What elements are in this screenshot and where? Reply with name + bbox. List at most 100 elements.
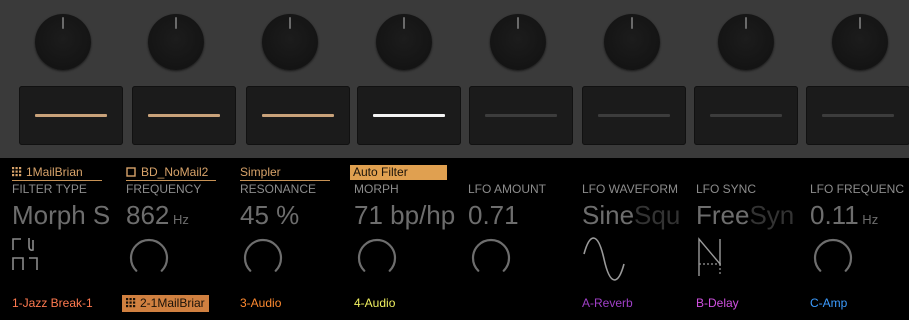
device-tab-1[interactable]: 1MailBrian xyxy=(12,165,83,180)
button-led xyxy=(262,114,334,117)
screen-column-1: 1MailBrian FILTER TYPE Morph S 1-Jazz Break… xyxy=(0,158,114,320)
parameter-value-text: 45 % xyxy=(240,200,300,230)
knob-indicator xyxy=(403,17,405,29)
knob-indicator xyxy=(62,17,64,29)
display-button-7[interactable] xyxy=(694,86,798,145)
device-tab-3[interactable]: Simpler xyxy=(240,165,281,180)
device-tab-label: BD_NoMail2 xyxy=(141,165,209,179)
parameter-value[interactable]: SineSqu xyxy=(582,199,686,231)
track-button-7[interactable]: B-Delay xyxy=(692,295,743,312)
parameter-value[interactable]: 71 bp/hp xyxy=(354,199,458,231)
screen-column-5: LFO AMOUNT 0.71 xyxy=(456,158,570,320)
grid-icon xyxy=(12,167,22,177)
track-button-4[interactable]: 4-Audio xyxy=(350,295,399,312)
knob-indicator xyxy=(289,17,291,29)
button-led xyxy=(598,114,670,117)
track-button-2[interactable]: 2-1MailBriar xyxy=(122,295,209,312)
encoder-knob-4[interactable] xyxy=(376,14,432,70)
display-button-4[interactable] xyxy=(357,86,461,145)
device-tab-4[interactable]: Auto Filter xyxy=(350,165,447,180)
button-led xyxy=(710,114,782,117)
button-led xyxy=(35,114,107,117)
parameter-name: RESONANCE xyxy=(240,182,317,196)
track-label: 3-Audio xyxy=(240,296,282,310)
knob-indicator xyxy=(859,17,861,29)
parameter-value-text: 71 bp/hp xyxy=(354,200,456,230)
screen-column-7: LFO SYNC FreeSyn B-Delay xyxy=(684,158,798,320)
display-button-1[interactable] xyxy=(19,86,123,145)
parameter-dial xyxy=(129,238,169,272)
knob-indicator xyxy=(745,17,747,29)
button-led xyxy=(148,114,220,117)
track-label: 2-1MailBriar xyxy=(140,296,205,310)
knob-indicator xyxy=(517,17,519,29)
button-led xyxy=(485,114,557,117)
display-button-2[interactable] xyxy=(132,86,236,145)
parameter-dial xyxy=(471,238,511,272)
parameter-value-text: Sine xyxy=(582,200,635,230)
track-button-1[interactable]: 1-Jazz Break-1 xyxy=(8,295,97,312)
parameter-dial xyxy=(357,238,397,272)
parameter-value[interactable]: 0.11 Hz xyxy=(810,199,909,236)
parameter-value-next-option: Syn xyxy=(749,200,795,230)
screen-column-2: BD_NoMail2 FREQUENCY 862 Hz 2-1MailBriar xyxy=(114,158,228,320)
parameter-dial xyxy=(813,238,853,272)
track-button-8[interactable]: C-Amp xyxy=(806,295,851,312)
encoder-knob-5[interactable] xyxy=(490,14,546,70)
parameter-value[interactable]: 862 Hz xyxy=(126,199,230,236)
track-button-3[interactable]: 3-Audio xyxy=(236,295,285,312)
device-tab-underline xyxy=(126,180,216,181)
track-label: B-Delay xyxy=(696,296,739,310)
parameter-unit: Hz xyxy=(858,212,879,227)
parameter-dial xyxy=(243,238,283,272)
parameter-value-text: Free xyxy=(696,200,750,230)
parameter-name: LFO AMOUNT xyxy=(468,182,547,196)
parameter-value-text: 0.71 xyxy=(468,200,519,230)
button-led xyxy=(373,114,445,117)
parameter-value-text: 0.11 xyxy=(810,200,859,230)
filter-type-icon xyxy=(12,238,38,270)
parameter-value[interactable]: 45 % xyxy=(240,199,344,231)
hardware-panel xyxy=(0,0,909,158)
display-button-5[interactable] xyxy=(469,86,573,145)
parameter-value-next-option: Squ xyxy=(634,200,681,230)
parameter-name: LFO WAVEFORM xyxy=(582,182,678,196)
parameter-value-text: Morph S xyxy=(12,200,111,230)
encoder-knob-7[interactable] xyxy=(718,14,774,70)
track-label: 1-Jazz Break-1 xyxy=(12,296,93,310)
grid-icon xyxy=(126,298,136,308)
parameter-value-text: 862 xyxy=(126,200,170,230)
encoder-knob-2[interactable] xyxy=(148,14,204,70)
parameter-value[interactable]: Morph S xyxy=(12,199,116,231)
device-tab-underline xyxy=(12,180,102,181)
display-screen: 1MailBrian FILTER TYPE Morph S 1-Jazz Break… xyxy=(0,158,909,320)
device-tab-2[interactable]: BD_NoMail2 xyxy=(126,165,208,180)
track-button-6[interactable]: A-Reverb xyxy=(578,295,637,312)
parameter-unit: Hz xyxy=(169,212,189,227)
screen-column-3: Simpler RESONANCE 45 % 3-Audio xyxy=(228,158,342,320)
parameter-name: LFO SYNC xyxy=(696,182,757,196)
screen-column-8: LFO FREQUENC 0.11 Hz C-Amp xyxy=(798,158,909,320)
knob-indicator xyxy=(631,17,633,29)
track-label: 4-Audio xyxy=(354,296,396,310)
device-tab-underline xyxy=(240,180,330,181)
knob-indicator xyxy=(175,17,177,29)
track-label: C-Amp xyxy=(810,296,848,310)
device-tab-label: 1MailBrian xyxy=(26,165,83,179)
screen-column-4: Auto Filter MORPH 71 bp/hp 4-Audio xyxy=(342,158,456,320)
display-button-6[interactable] xyxy=(582,86,686,145)
track-label: A-Reverb xyxy=(582,296,633,310)
device-tab-label: Auto Filter xyxy=(353,165,408,179)
encoder-knob-6[interactable] xyxy=(604,14,660,70)
parameter-value[interactable]: FreeSyn xyxy=(696,199,800,231)
parameter-name: MORPH xyxy=(354,182,399,196)
device-tab-label: Simpler xyxy=(240,165,281,179)
display-button-8[interactable] xyxy=(806,86,909,145)
encoder-knob-8[interactable] xyxy=(832,14,888,70)
sine-wave-icon xyxy=(583,237,625,281)
encoder-knob-3[interactable] xyxy=(262,14,318,70)
sawtooth-wave-icon xyxy=(698,237,723,276)
display-button-3[interactable] xyxy=(246,86,350,145)
encoder-knob-1[interactable] xyxy=(35,14,91,70)
parameter-value[interactable]: 0.71 xyxy=(468,199,572,231)
